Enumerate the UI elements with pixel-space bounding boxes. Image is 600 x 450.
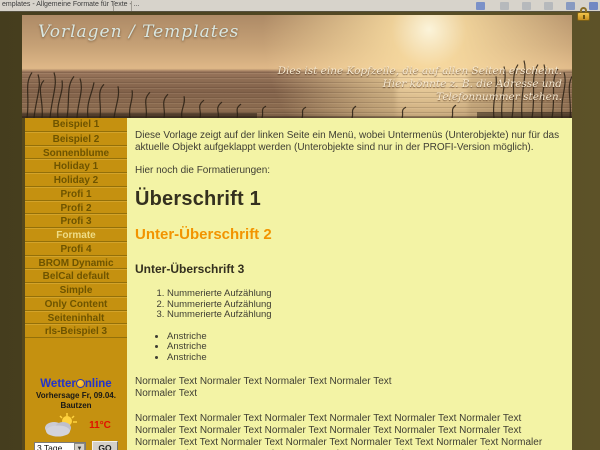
sidebar-menu-item[interactable]: BROM Dynamic: [25, 256, 127, 270]
menu-item-label: Holiday 1: [54, 161, 98, 172]
window-icon[interactable]: [522, 2, 531, 10]
bullet-list-item: Anstriche: [167, 342, 562, 353]
menu-item-label: Only Content: [45, 299, 108, 310]
header-banner: Vorlagen / Templates Dies ist eine Kopfz…: [22, 15, 572, 118]
sidebar-menu-item[interactable]: Profi 1: [25, 187, 127, 201]
menu-item-label: Beispiel 1: [53, 119, 100, 130]
forecast-range-select[interactable]: 3 Tage ▼: [34, 442, 86, 450]
brand-text: Wetter: [40, 378, 76, 390]
main-content: Diese Vorlage zeigt auf der linken Seite…: [127, 118, 572, 450]
weather-condition-row: 11°C: [25, 413, 127, 437]
normal-text-short: Normaler Text Normaler Text Normaler Tex…: [135, 376, 562, 400]
menu-item-label: Sonnenblume: [43, 148, 109, 159]
menu-item-label: Simple: [60, 285, 93, 296]
sidebar-menu-item[interactable]: Only Content: [25, 297, 127, 311]
numbered-list-item: Nummerierte Aufzählung: [167, 289, 562, 300]
weather-controls: 3 Tage ▼ GO: [25, 441, 127, 450]
menu-item-label: Formate: [56, 230, 95, 241]
menu-item-label: Seiteninhalt: [48, 313, 105, 324]
sidebar-menu: Beispiel 1 Beispiel 2 Sonnenblume Holida…: [25, 118, 127, 338]
go-button[interactable]: GO: [92, 441, 118, 450]
bullet-list-item: Anstriche: [167, 353, 562, 364]
window-icon[interactable]: [500, 2, 509, 10]
window-icon[interactable]: [544, 2, 553, 10]
menu-item-label: Holiday 2: [54, 175, 98, 186]
menu-item-label: Profi 2: [60, 203, 91, 214]
padlock-body: [577, 12, 590, 21]
sidebar-menu-item[interactable]: Beispiel 1: [25, 118, 127, 132]
sidebar-menu-item[interactable]: Profi 3: [25, 214, 127, 228]
bullet-list-item: Anstriche: [167, 332, 562, 343]
weather-location: Bautzen: [25, 401, 127, 411]
weather-forecast-label: Vorhersage Fr, 09.04.: [25, 391, 127, 401]
sidebar-menu-item[interactable]: Seiteninhalt: [25, 311, 127, 325]
browser-tab-title[interactable]: emplates - Allgemeine Formate für Texte …: [2, 1, 140, 8]
menu-item-label: Profi 3: [60, 216, 91, 227]
heading-2: Unter-Überschrift 2: [135, 226, 562, 243]
temperature: 11°C: [89, 420, 111, 431]
intro-paragraph: Diese Vorlage zeigt auf der linken Seite…: [135, 130, 562, 154]
menu-item-label: BROM Dynamic: [38, 258, 113, 269]
sidebar-menu-item[interactable]: Holiday 2: [25, 173, 127, 187]
sidebar-menu-item[interactable]: Sonnenblume: [25, 146, 127, 160]
padlock-icon: [577, 7, 590, 21]
menu-item-label: Profi 4: [60, 244, 91, 255]
mail-icon[interactable]: [566, 2, 575, 10]
numbered-list-item: Nummerierte Aufzählung: [167, 310, 562, 321]
tagline-line: Hier könnte z. B. die Adresse und: [278, 78, 562, 91]
globe-icon: [76, 379, 85, 388]
bullet-list: AnstricheAnstricheAnstriche: [167, 332, 562, 364]
tab-separator: [131, 1, 132, 11]
dropdown-arrow-icon: ▼: [74, 443, 85, 450]
tagline-line: Dies ist eine Kopfzeile, die auf allen S…: [278, 65, 562, 78]
menu-item-label: Profi 1: [60, 189, 91, 200]
sidebar-menu-item[interactable]: Holiday 1: [25, 159, 127, 173]
tagline-line: Telefonnummer stehen.: [278, 91, 562, 104]
heading-1: Überschrift 1: [135, 188, 562, 211]
select-value: 3 Tage: [35, 443, 74, 450]
menu-item-label: Beispiel 2: [53, 134, 100, 145]
heading-3: Unter-Überschrift 3: [135, 262, 562, 276]
sidebar-menu-item[interactable]: Beispiel 2: [25, 132, 127, 146]
menu-item-label: rls-Beispiel 3: [45, 326, 107, 337]
browser-tab-bar: emplates - Allgemeine Formate für Texte …: [0, 0, 600, 12]
brand-text: nline: [85, 378, 112, 390]
help-icon[interactable]: [589, 2, 598, 10]
sidebar-menu-item[interactable]: BelCal default: [25, 269, 127, 283]
numbered-list: Nummerierte Aufzählung Nummerierte Aufzäh…: [167, 289, 562, 321]
formats-intro: Hier noch die Formatierungen:: [135, 165, 562, 177]
sidebar-menu-item[interactable]: rls-Beispiel 3: [25, 324, 127, 338]
sidebar-menu-item[interactable]: Simple: [25, 283, 127, 297]
sidebar-menu-item[interactable]: Formate: [25, 228, 127, 242]
sidebar-menu-item[interactable]: Profi 4: [25, 242, 127, 256]
menu-item-label: BelCal default: [43, 271, 110, 282]
site-title: Vorlagen / Templates: [38, 22, 239, 42]
header-tagline: Dies ist eine Kopfzeile, die auf allen S…: [278, 65, 562, 104]
partly-cloudy-icon: [41, 413, 77, 437]
screen: emplates - Allgemeine Formate für Texte …: [0, 0, 600, 450]
normal-text-long: Normaler Text Normaler Text Normaler Tex…: [135, 413, 562, 450]
sidebar: Beispiel 1 Beispiel 2 Sonnenblume Holida…: [22, 118, 127, 450]
tab-separator: [113, 1, 114, 11]
sidebar-menu-item[interactable]: Profi 2: [25, 201, 127, 215]
wetteronline-logo[interactable]: Wetter nline: [25, 378, 127, 391]
weather-widget: Wetter nline Vorhersage Fr, 09.04. Bautze…: [25, 378, 127, 450]
favorites-icon[interactable]: [476, 2, 485, 10]
